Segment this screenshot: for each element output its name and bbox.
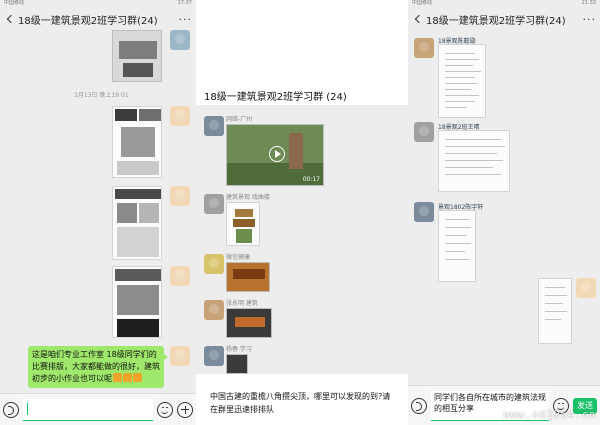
voice-icon[interactable] bbox=[3, 401, 19, 418]
doc-line bbox=[445, 71, 481, 72]
file-message[interactable] bbox=[538, 278, 572, 344]
doc-line bbox=[445, 227, 471, 228]
doc-line bbox=[445, 107, 467, 108]
message-input-bar bbox=[0, 393, 196, 425]
doc-line bbox=[445, 174, 501, 175]
image-message[interactable] bbox=[112, 106, 162, 178]
doc-line bbox=[545, 311, 567, 312]
doc-line bbox=[445, 251, 465, 252]
video-message[interactable]: 00:17 bbox=[226, 124, 324, 186]
avatar[interactable] bbox=[204, 254, 224, 274]
sender-name: 杨春 学习 bbox=[226, 346, 252, 353]
doc-line bbox=[445, 95, 479, 96]
chat-title: 18级一建筑景观2班学习群 (24) bbox=[196, 84, 408, 106]
avatar[interactable] bbox=[170, 186, 190, 206]
avatar[interactable] bbox=[414, 122, 434, 142]
avatar[interactable] bbox=[204, 116, 224, 136]
file-message[interactable] bbox=[438, 210, 476, 282]
doc-line bbox=[445, 83, 477, 84]
doc-line bbox=[445, 153, 497, 154]
chat-title-bar: 18级一建筑景观2班学习群(24) ··· bbox=[408, 6, 600, 32]
doc-line bbox=[445, 65, 473, 66]
back-arrow-icon[interactable] bbox=[4, 13, 16, 25]
image-message[interactable] bbox=[112, 30, 162, 82]
avatar[interactable] bbox=[170, 106, 190, 126]
doc-line bbox=[445, 89, 471, 90]
chat-title: 18级一建筑景观2班学习群(24) bbox=[18, 15, 158, 27]
avatar[interactable] bbox=[576, 278, 596, 298]
doc-line bbox=[445, 146, 505, 147]
left-chat-screen: 中国移动 17:37 18级一建筑景观2班学习群(24) ··· 3月13日 晚… bbox=[0, 0, 196, 425]
image-message[interactable] bbox=[226, 202, 260, 246]
chat-title-bar: 18级一建筑景观2班学习群(24) ··· bbox=[0, 6, 196, 32]
middle-chat-screen: 18级一建筑景观2班学习群 (24) 网络-广州 00:17 建筑景观 戏曲楼 … bbox=[196, 0, 408, 425]
video-duration: 00:17 bbox=[302, 176, 320, 183]
image-message[interactable] bbox=[112, 266, 162, 338]
avatar[interactable] bbox=[414, 38, 434, 58]
image-message[interactable] bbox=[226, 354, 248, 374]
carrier-label: 中国移动 bbox=[4, 0, 25, 6]
doc-line bbox=[545, 303, 563, 304]
image-message[interactable] bbox=[112, 186, 162, 260]
message-timestamp: 3月13日 晚上19:01 bbox=[74, 92, 129, 99]
avatar[interactable] bbox=[204, 346, 224, 366]
more-icon[interactable]: ··· bbox=[179, 13, 193, 26]
emoji-icon bbox=[123, 373, 132, 382]
emoji-icon[interactable] bbox=[157, 401, 173, 418]
image-message[interactable] bbox=[226, 262, 270, 292]
doc-line bbox=[545, 295, 567, 296]
sender-name: 张永明 建筑 bbox=[226, 300, 258, 307]
doc-line bbox=[445, 77, 475, 78]
doc-line bbox=[445, 139, 501, 140]
avatar[interactable] bbox=[414, 202, 434, 222]
doc-line bbox=[445, 235, 467, 236]
sender-name: 微信健康 bbox=[226, 254, 251, 261]
doc-line bbox=[445, 101, 475, 102]
voice-icon[interactable] bbox=[411, 397, 427, 414]
doc-line bbox=[445, 53, 475, 54]
avatar[interactable] bbox=[170, 346, 190, 366]
chat-title: 18级一建筑景观2班学习群(24) bbox=[426, 15, 566, 27]
doc-line bbox=[545, 287, 565, 288]
more-icon[interactable]: ··· bbox=[583, 13, 597, 26]
image-message[interactable] bbox=[226, 308, 272, 338]
doc-line bbox=[445, 259, 469, 260]
carrier-label: 中国移动 bbox=[412, 0, 433, 6]
doc-line bbox=[445, 59, 479, 60]
file-message[interactable] bbox=[438, 130, 510, 192]
caption-text: 中国古建的重檐八角攒尖顶，哪里可以发现的到?请在群里迅速排排队 bbox=[196, 374, 408, 425]
avatar[interactable] bbox=[170, 30, 190, 50]
doc-line bbox=[445, 243, 471, 244]
clock-label: 21:33 bbox=[581, 0, 596, 6]
doc-line bbox=[445, 167, 493, 168]
emoji-icon bbox=[113, 373, 122, 382]
watermark-text: www.sd1954.cn bbox=[503, 408, 596, 421]
file-message[interactable] bbox=[438, 44, 486, 118]
right-chat-screen: 中国移动 21:33 18级一建筑景观2班学习群(24) ··· 18景观陈懿璇… bbox=[408, 0, 600, 425]
my-text-message[interactable]: 这是咱们专业工作室 18级同学们的比赛排版，大家都能做的很好，建筑初步的小作业也… bbox=[28, 346, 168, 388]
plus-icon[interactable] bbox=[177, 401, 193, 418]
text-caret bbox=[27, 402, 29, 415]
sender-name: 建筑景观 戏曲楼 bbox=[226, 194, 270, 201]
message-input[interactable] bbox=[23, 398, 153, 421]
clock-label: 17:37 bbox=[177, 0, 192, 6]
sender-name: 网络-广州 bbox=[226, 116, 253, 123]
emoji-icon bbox=[133, 373, 142, 382]
doc-line bbox=[445, 160, 503, 161]
play-icon[interactable] bbox=[269, 146, 285, 162]
chat-message-list: 网络-广州 00:17 建筑景观 戏曲楼 微信健康 张永明 建筑 杨春 学习 bbox=[196, 106, 408, 374]
avatar[interactable] bbox=[170, 266, 190, 286]
back-arrow-icon[interactable] bbox=[412, 13, 424, 25]
doc-line bbox=[445, 219, 469, 220]
avatar[interactable] bbox=[204, 300, 224, 320]
avatar[interactable] bbox=[204, 194, 224, 214]
doc-line bbox=[545, 319, 561, 320]
